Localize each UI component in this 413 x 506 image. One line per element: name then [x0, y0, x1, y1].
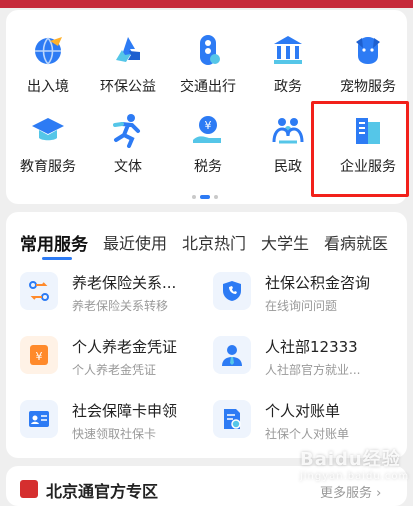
pet-dog-icon: [356, 37, 380, 64]
service-item-social-security-card[interactable]: 社会保障卡申领 快速领取社保卡: [20, 400, 210, 448]
phone-shield-icon: [213, 272, 251, 310]
service-subtitle: 人社部官方就业...: [265, 363, 361, 377]
page-dot: [192, 195, 196, 199]
user-tie-icon: [213, 336, 251, 374]
family-people-icon: [272, 118, 304, 144]
service-title: 个人养老金凭证: [72, 338, 178, 356]
grid-label: 交通出行: [180, 79, 236, 95]
grid-item-environment[interactable]: 环保公益: [88, 30, 168, 110]
grid-item-government[interactable]: 政务: [248, 30, 328, 110]
page-dot: [214, 195, 218, 199]
service-item-pension-transfer[interactable]: 养老保险关系... 养老保险关系转移: [20, 272, 210, 320]
service-subtitle: 在线询问问题: [265, 299, 338, 313]
grid-label: 教育服务: [20, 159, 76, 175]
service-title: 养老保险关系...: [72, 274, 177, 292]
tab-beijing-popular[interactable]: 北京热门: [182, 230, 246, 255]
grid-label: 文体: [114, 159, 142, 175]
tab-recently-used[interactable]: 最近使用: [103, 230, 167, 255]
id-card-icon: [20, 400, 58, 438]
service-subtitle: 个人养老金凭证: [72, 363, 157, 377]
service-subtitle: 社保个人对账单: [265, 427, 350, 441]
statement-search-icon: [213, 400, 251, 438]
grid-item-tax[interactable]: ¥ 税务: [168, 110, 248, 190]
service-title: 人社部12333: [265, 338, 358, 356]
graduation-cap-icon: [32, 118, 64, 141]
grid-item-transport[interactable]: 交通出行: [168, 30, 248, 110]
government-building-icon: [274, 36, 302, 64]
grid-item-exit-entry[interactable]: 出入境: [8, 30, 88, 110]
grid-item-culture-sports[interactable]: 文体: [88, 110, 168, 190]
grid-label: 宠物服务: [340, 79, 396, 95]
page-indicator: [192, 195, 218, 199]
services-card: 常用服务 最近使用 北京热门 大学生 看病就医 养老保险关系... 养老保险关系…: [6, 212, 407, 458]
grid-item-education[interactable]: 教育服务: [8, 110, 88, 190]
globe-plane-icon: [35, 37, 62, 65]
grid-label: 政务: [274, 79, 302, 95]
service-title: 个人对账单: [265, 402, 341, 420]
svg-text:¥: ¥: [36, 350, 43, 363]
recycle-icon: [116, 37, 140, 62]
service-subtitle: 快速领取社保卡: [72, 427, 157, 441]
more-services-link[interactable]: 更多服务 ›: [320, 482, 381, 501]
zone-title: 北京通官方专区: [46, 482, 159, 501]
pension-transfer-icon: [20, 272, 58, 310]
tax-hand-icon: ¥: [193, 116, 221, 143]
watermark: Baidu经验 jingyan.baidu.com: [300, 449, 410, 482]
beijing-tong-logo-icon: [20, 480, 38, 498]
service-item-mohrss-12333[interactable]: 人社部12333 人社部官方就业...: [213, 336, 403, 384]
grid-label: 税务: [194, 159, 222, 175]
service-item-social-security-consult[interactable]: 社保公积金咨询 在线询问问题: [213, 272, 403, 320]
service-item-personal-pension-certificate[interactable]: ¥ 个人养老金凭证 个人养老金凭证: [20, 336, 210, 384]
tab-medical[interactable]: 看病就医: [324, 230, 388, 255]
page-dot-active: [200, 195, 210, 199]
grid-label: 环保公益: [100, 79, 156, 95]
highlight-annotation-box: [311, 101, 409, 197]
grid-label: 出入境: [27, 79, 69, 95]
grid-label: 民政: [274, 159, 302, 175]
traffic-light-icon: [200, 35, 220, 65]
service-tabs: 常用服务 最近使用 北京热门 大学生 看病就医: [20, 230, 403, 260]
service-subtitle: 养老保险关系转移: [72, 299, 169, 313]
service-title: 社保公积金咨询: [265, 274, 371, 292]
service-title: 社会保障卡申领: [72, 402, 178, 420]
tab-college-students[interactable]: 大学生: [261, 230, 309, 255]
running-person-icon: [113, 114, 140, 148]
service-item-personal-statement[interactable]: 个人对账单 社保个人对账单: [213, 400, 403, 448]
grid-item-pet-service[interactable]: 宠物服务: [328, 30, 408, 110]
tab-common-services[interactable]: 常用服务: [20, 230, 88, 260]
yuan-certificate-icon: ¥: [20, 336, 58, 374]
top-header-strip: [0, 0, 413, 8]
svg-text:¥: ¥: [205, 119, 212, 132]
